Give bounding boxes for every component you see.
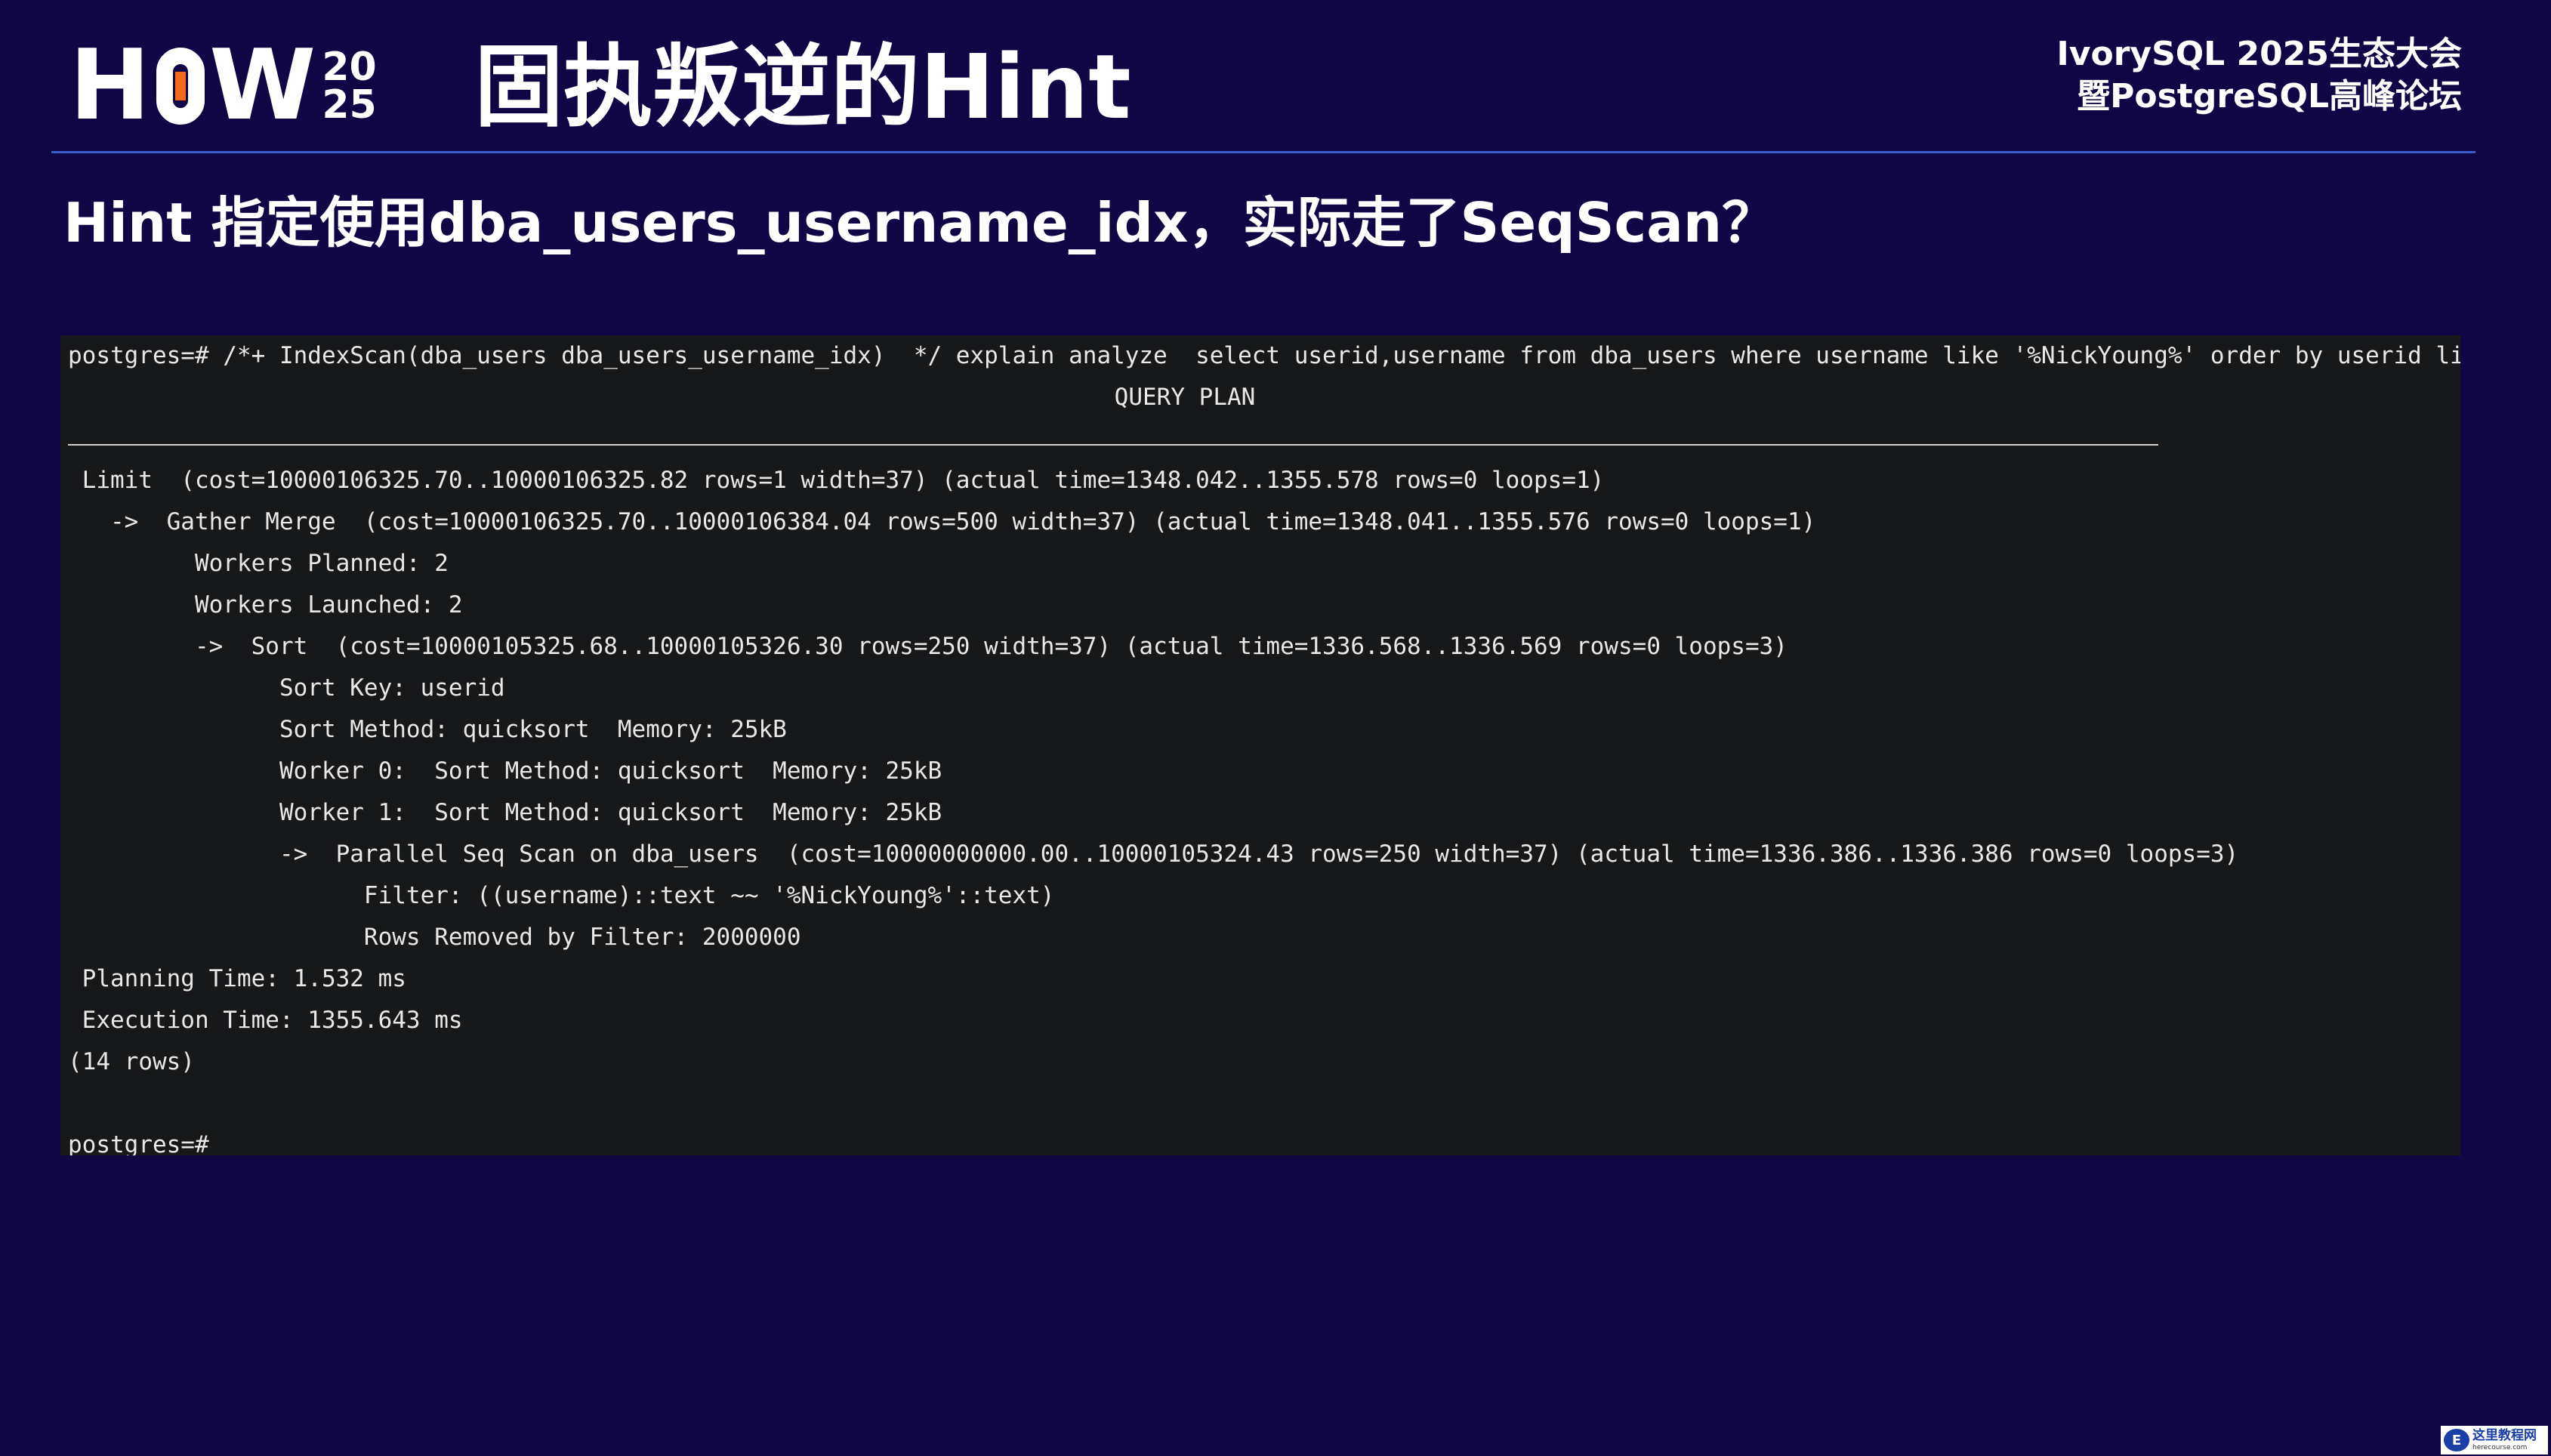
plan-line-sort: -> Sort (cost=10000105325.68..1000010532… (68, 633, 1788, 660)
plan-line-filter: Filter: ((username)::text ~~ '%NickYoung… (68, 882, 1055, 909)
plan-line-parallel-seq-scan: -> Parallel Seq Scan on dba_users (cost=… (68, 841, 2239, 868)
query-plan-header: QUERY PLAN (1114, 384, 1256, 411)
site-watermark: E 这里教程网 herecourse.com (2441, 1426, 2548, 1454)
query-plan-separator (68, 418, 2453, 460)
header-divider (51, 151, 2475, 153)
logo-letter-h: H (69, 29, 153, 142)
conference-line-1: IvorySQL 2025生态大会 (2056, 35, 2462, 73)
plan-line-workers-launched: Workers Launched: 2 (68, 591, 463, 618)
logo-wordmark: H W (69, 29, 318, 142)
slide-title: 固执叛逆的Hint (474, 35, 1131, 139)
watermark-site-name: 这里教程网 (2472, 1428, 2537, 1443)
plan-line-limit: Limit (cost=10000106325.70..10000106325.… (68, 467, 1605, 494)
plan-line-execution-time: Execution Time: 1355.643 ms (68, 1007, 463, 1034)
plan-line-planning-time: Planning Time: 1.532 ms (68, 965, 406, 992)
logo-letter-o (156, 48, 205, 125)
conference-line-2: 暨PostgreSQL高峰论坛 (2077, 77, 2462, 116)
watermark-url: herecourse.com (2472, 1444, 2528, 1451)
how-logo: H W 20 25 (69, 29, 377, 142)
plan-line-gather-merge: -> Gather Merge (cost=10000106325.70..10… (68, 508, 1816, 535)
conference-name: IvorySQL 2025生态大会 暨PostgreSQL高峰论坛 (2056, 33, 2462, 118)
plan-line-worker-1: Worker 1: Sort Method: quicksort Memory:… (68, 799, 942, 826)
terminal-command-line: postgres=# /*+ IndexScan(dba_users dba_u… (68, 342, 2460, 369)
logo-letter-w: W (209, 29, 318, 142)
terminal-prompt[interactable]: postgres=# (68, 1124, 2453, 1155)
terminal-window: postgres=# /*+ IndexScan(dba_users dba_u… (60, 335, 2460, 1155)
plan-line-worker-0: Worker 0: Sort Method: quicksort Memory:… (68, 757, 942, 785)
separator-rule (68, 444, 2158, 446)
row-count-line: (14 rows) (68, 1048, 195, 1075)
plan-line-sort-method: Sort Method: quicksort Memory: 25kB (68, 716, 787, 743)
watermark-logo-icon: E (2444, 1429, 2469, 1451)
logo-year-top: 20 (322, 45, 377, 90)
plan-line-workers-planned: Workers Planned: 2 (68, 550, 449, 577)
plan-line-sort-key: Sort Key: userid (68, 674, 505, 702)
watermark-text: 这里教程网 herecourse.com (2472, 1428, 2537, 1452)
slide-question: Hint 指定使用dba_users_username_idx，实际走了SeqS… (63, 191, 1777, 254)
logo-year: 20 25 (322, 45, 377, 128)
logo-year-bottom: 25 (322, 82, 377, 128)
plan-line-rows-removed: Rows Removed by Filter: 2000000 (68, 924, 801, 951)
